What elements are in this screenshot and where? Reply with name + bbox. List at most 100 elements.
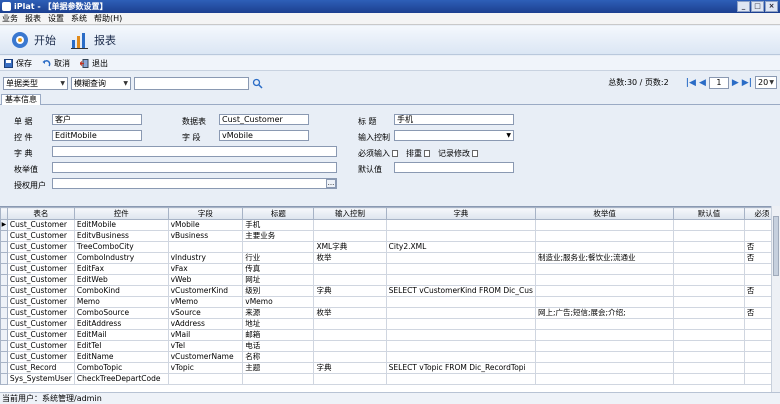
bill-field[interactable]: 客户 (52, 114, 142, 125)
required-option[interactable]: 必须输入 (358, 148, 398, 159)
row-header[interactable] (0, 373, 8, 385)
cell-dict[interactable] (385, 329, 536, 341)
cell-default[interactable] (673, 340, 745, 352)
cell-title[interactable]: 手机 (242, 219, 315, 231)
cell-title[interactable]: 电话 (242, 340, 315, 352)
cell-field[interactable]: vMobile (167, 219, 244, 231)
table-row[interactable]: Cust_Customer ComboSource vSource 来源 枚举 网上;广告… (0, 307, 780, 319)
col-header-title[interactable]: 标题 (242, 207, 315, 220)
row-header[interactable] (0, 241, 8, 253)
cell-enum[interactable] (534, 263, 675, 275)
cell-enum[interactable] (534, 351, 675, 363)
cell-control[interactable]: EditWeb (73, 274, 169, 286)
cell-enum[interactable] (534, 329, 675, 341)
cell-table[interactable]: Cust_Customer (6, 351, 75, 363)
cell-default[interactable] (673, 241, 745, 253)
row-header[interactable] (0, 307, 8, 319)
table-row[interactable]: Cust_Customer EditName vCustomerName 名称 (0, 351, 780, 363)
menu-system[interactable]: 系统 (71, 13, 87, 24)
cell-default[interactable] (673, 362, 745, 374)
prev-page-button[interactable]: ◀ (699, 78, 706, 88)
table-row[interactable]: Cust_Customer EditMail vMail 邮箱 (0, 329, 780, 341)
cell-field[interactable]: vMemo (167, 296, 244, 308)
cell-field[interactable] (167, 241, 244, 253)
cell-input-control[interactable] (313, 263, 387, 275)
menu-business[interactable]: 业务 (2, 13, 18, 24)
cell-table[interactable]: Cust_Customer (6, 241, 75, 253)
enum-field[interactable] (52, 162, 337, 173)
cell-enum[interactable] (534, 296, 675, 308)
page-size-select[interactable]: 20 ▼ (755, 76, 777, 89)
cell-default[interactable] (673, 329, 745, 341)
search-icon[interactable] (252, 78, 263, 89)
cell-default[interactable] (673, 252, 745, 264)
col-header-enum[interactable]: 枚举值 (534, 207, 675, 220)
table-field[interactable]: Cust_Customer (219, 114, 309, 125)
sort-checkbox[interactable] (424, 150, 430, 157)
cell-control[interactable]: ComboKind (73, 285, 169, 297)
close-button[interactable]: × (765, 1, 778, 12)
cell-field[interactable]: vWeb (167, 274, 244, 286)
cell-enum[interactable] (534, 219, 675, 231)
col-header-control[interactable]: 控件 (73, 207, 169, 220)
table-row[interactable]: ▶ Cust_Customer EditMobile vMobile 手机 (0, 219, 780, 231)
log-option[interactable]: 记录修改 (438, 148, 478, 159)
cell-field[interactable]: vMail (167, 329, 244, 341)
col-header-field[interactable]: 字段 (167, 207, 244, 220)
table-row[interactable]: Cust_Customer ComboKind vCustomerKind 级别 字典 S… (0, 285, 780, 297)
cell-field[interactable] (167, 373, 244, 385)
cell-control[interactable]: EditTel (73, 340, 169, 352)
cell-default[interactable] (673, 307, 745, 319)
field-field[interactable]: vMobile (219, 130, 309, 141)
cell-default[interactable] (673, 219, 745, 231)
row-header[interactable] (0, 296, 8, 308)
cell-title[interactable]: 传真 (242, 263, 315, 275)
cell-title[interactable] (242, 241, 315, 253)
cell-default[interactable] (673, 296, 745, 308)
cell-input-control[interactable] (313, 296, 387, 308)
cell-enum[interactable]: 制造业;服务业;餐饮业;流通业 (534, 252, 675, 264)
table-row[interactable]: Cust_Customer EditvBusiness vBusiness 主要业务 (0, 230, 780, 242)
cell-table[interactable]: Cust_Customer (6, 329, 75, 341)
table-row[interactable]: Cust_Customer EditTel vTel 电话 (0, 340, 780, 352)
current-row-indicator[interactable]: ▶ (0, 219, 8, 231)
cell-input-control[interactable] (313, 329, 387, 341)
cell-field[interactable]: vFax (167, 263, 244, 275)
col-header-table[interactable]: 表名 (6, 207, 75, 220)
cell-control[interactable]: EditvBusiness (73, 230, 169, 242)
auth-field[interactable] (52, 178, 337, 189)
cell-dict[interactable] (385, 296, 536, 308)
cell-enum[interactable] (534, 274, 675, 286)
col-header-dict[interactable]: 字典 (385, 207, 536, 220)
table-row[interactable]: Cust_Customer EditAddress vAddress 地址 (0, 318, 780, 330)
cell-table[interactable]: Cust_Customer (6, 296, 75, 308)
cell-field[interactable]: vCustomerKind (167, 285, 244, 297)
cell-table[interactable]: Cust_Customer (6, 318, 75, 330)
menu-report[interactable]: 报表 (25, 13, 41, 24)
cell-control[interactable]: Memo (73, 296, 169, 308)
table-row[interactable]: Cust_Record ComboTopic vTopic 主题 字典 SELECT vT… (0, 362, 780, 374)
cell-title[interactable]: 级别 (242, 285, 315, 297)
required-checkbox[interactable] (392, 150, 398, 157)
cell-enum[interactable] (534, 285, 675, 297)
report-button[interactable]: 报表 (70, 30, 116, 50)
bill-type-select[interactable]: 单据类型 ▼ (3, 76, 68, 90)
cell-dict[interactable] (385, 230, 536, 242)
cell-input-control[interactable] (313, 351, 387, 363)
cancel-button[interactable]: 取消 (42, 58, 70, 69)
cell-title[interactable]: vMemo (242, 296, 315, 308)
cell-control[interactable]: EditName (73, 351, 169, 363)
cell-field[interactable]: vCustomerName (167, 351, 244, 363)
cell-dict[interactable] (385, 263, 536, 275)
cell-table[interactable]: Cust_Customer (6, 252, 75, 264)
cell-dict[interactable] (385, 219, 536, 231)
cell-title[interactable]: 行业 (242, 252, 315, 264)
control-field[interactable]: EditMobile (52, 130, 142, 141)
cell-input-control[interactable] (313, 274, 387, 286)
exit-button[interactable]: 退出 (80, 58, 108, 69)
cell-control[interactable]: EditAddress (73, 318, 169, 330)
cell-field[interactable]: vSource (167, 307, 244, 319)
cell-dict[interactable] (385, 252, 536, 264)
cell-title[interactable]: 名称 (242, 351, 315, 363)
cell-control[interactable]: EditFax (73, 263, 169, 275)
